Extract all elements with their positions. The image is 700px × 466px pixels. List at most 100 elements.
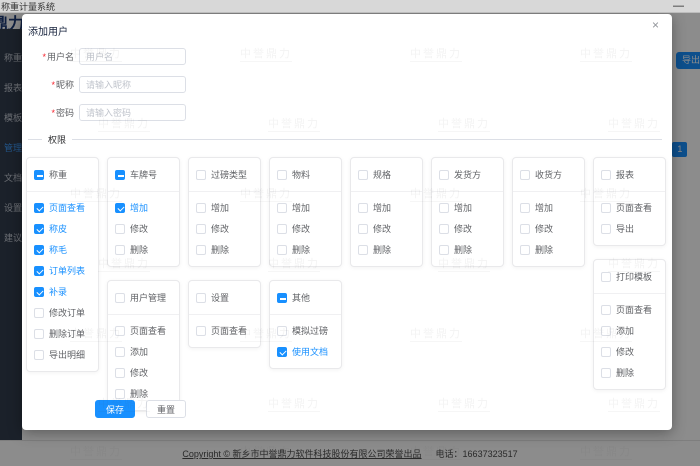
checkbox-修改[interactable] — [115, 368, 125, 378]
perm-item-label: 修改 — [292, 222, 310, 235]
field-input-0[interactable] — [79, 48, 186, 65]
save-button[interactable]: 保存 — [95, 400, 135, 418]
checkbox-车牌号[interactable] — [115, 170, 125, 180]
checkbox-删除[interactable] — [439, 245, 449, 255]
checkbox-称毛[interactable] — [34, 245, 44, 255]
checkbox-规格[interactable] — [358, 170, 368, 180]
checkbox-订单列表[interactable] — [34, 266, 44, 276]
checkbox-删除[interactable] — [520, 245, 530, 255]
checkbox-删除[interactable] — [601, 368, 611, 378]
checkbox-修改[interactable] — [520, 224, 530, 234]
checkbox-报表[interactable] — [601, 170, 611, 180]
perm-item: 增加 — [520, 201, 577, 214]
checkbox-修改[interactable] — [358, 224, 368, 234]
perm-item: 增加 — [196, 201, 253, 214]
checkbox-删除订单[interactable] — [34, 329, 44, 339]
perm-card-title: 打印模板 — [616, 270, 652, 283]
minimize-button[interactable]: — — [673, 2, 684, 11]
checkbox-发货方[interactable] — [439, 170, 449, 180]
perm-card-items: 页面查看导出 — [594, 192, 665, 245]
checkbox-增加[interactable] — [277, 203, 287, 213]
perm-card-title: 过磅类型 — [211, 168, 247, 181]
checkbox-修改订单[interactable] — [34, 308, 44, 318]
checkbox-修改[interactable] — [196, 224, 206, 234]
perm-item-label: 修改订单 — [49, 306, 85, 319]
perm-card-物料: 物料增加修改删除 — [269, 157, 342, 267]
perm-card-header: 发货方 — [432, 158, 503, 192]
checkbox-修改[interactable] — [601, 347, 611, 357]
field-input-2[interactable] — [79, 104, 186, 121]
perm-card-header: 车牌号 — [108, 158, 179, 192]
perm-card-过磅类型: 过磅类型增加修改删除 — [188, 157, 261, 267]
checkbox-其他[interactable] — [277, 293, 287, 303]
app-window: 称重计量系统 — 鼎力® YUDL 称重报表模板管理文档设置建议 导出 ‹ 1 … — [0, 0, 700, 466]
checkbox-导出明细[interactable] — [34, 350, 44, 360]
checkbox-删除[interactable] — [196, 245, 206, 255]
checkbox-删除[interactable] — [115, 389, 125, 399]
checkbox-使用文档[interactable] — [277, 347, 287, 357]
modal-title: 添加用户 — [22, 14, 672, 38]
checkbox-添加[interactable] — [601, 326, 611, 336]
checkbox-页面查看[interactable] — [601, 203, 611, 213]
checkbox-页面查看[interactable] — [34, 203, 44, 213]
checkbox-修改[interactable] — [439, 224, 449, 234]
perm-card-其他: 其他模拟过磅使用文档 — [269, 280, 342, 369]
perm-item: 称毛 — [34, 243, 91, 256]
required-star: * — [42, 52, 46, 62]
checkbox-页面查看[interactable] — [196, 326, 206, 336]
checkbox-删除[interactable] — [115, 245, 125, 255]
checkbox-物料[interactable] — [277, 170, 287, 180]
perm-item-label: 删除 — [292, 243, 310, 256]
close-icon[interactable]: × — [652, 19, 659, 31]
checkbox-称重[interactable] — [34, 170, 44, 180]
checkbox-页面查看[interactable] — [601, 305, 611, 315]
checkbox-打印模板[interactable] — [601, 272, 611, 282]
modal-actions: 保存 重置 — [95, 400, 186, 418]
checkbox-页面查看[interactable] — [115, 326, 125, 336]
perm-item: 添加 — [115, 345, 172, 358]
add-user-modal: 添加用户 × *用户名*昵称*密码 权限 称重页面查看称皮称毛订单列表补录修改订… — [22, 14, 672, 430]
reset-button[interactable]: 重置 — [146, 400, 186, 418]
checkbox-修改[interactable] — [115, 224, 125, 234]
perm-item: 增加 — [358, 201, 415, 214]
checkbox-增加[interactable] — [196, 203, 206, 213]
perm-item: 删除 — [439, 243, 496, 256]
checkbox-导出[interactable] — [601, 224, 611, 234]
perm-card-用户管理: 用户管理页面查看添加修改删除 — [107, 280, 180, 411]
perm-card-title: 设置 — [211, 291, 229, 304]
perm-card-title: 物料 — [292, 168, 310, 181]
checkbox-增加[interactable] — [439, 203, 449, 213]
perm-item: 订单列表 — [34, 264, 91, 277]
perm-item: 删除 — [115, 387, 172, 400]
perm-item: 增加 — [439, 201, 496, 214]
perm-item: 页面查看 — [601, 201, 658, 214]
perm-item-label: 删除 — [535, 243, 553, 256]
checkbox-过磅类型[interactable] — [196, 170, 206, 180]
checkbox-增加[interactable] — [358, 203, 368, 213]
perm-card-items: 页面查看称皮称毛订单列表补录修改订单删除订单导出明细 — [27, 192, 98, 371]
perm-item-label: 页面查看 — [130, 324, 166, 337]
perm-item: 模拟过磅 — [277, 324, 334, 337]
checkbox-收货方[interactable] — [520, 170, 530, 180]
perm-item-label: 修改 — [535, 222, 553, 235]
perm-item: 页面查看 — [115, 324, 172, 337]
perm-column-3: 物料增加修改删除其他模拟过磅使用文档 — [269, 157, 342, 369]
checkbox-删除[interactable] — [277, 245, 287, 255]
checkbox-模拟过磅[interactable] — [277, 326, 287, 336]
perm-column-2: 过磅类型增加修改删除设置页面查看 — [188, 157, 261, 348]
perm-card-items: 增加修改删除 — [351, 192, 422, 266]
checkbox-增加[interactable] — [115, 203, 125, 213]
perm-column-7: 报表页面查看导出打印模板页面查看添加修改删除 — [593, 157, 666, 390]
checkbox-称皮[interactable] — [34, 224, 44, 234]
checkbox-用户管理[interactable] — [115, 293, 125, 303]
checkbox-补录[interactable] — [34, 287, 44, 297]
checkbox-添加[interactable] — [115, 347, 125, 357]
checkbox-设置[interactable] — [196, 293, 206, 303]
perm-item-label: 导出明细 — [49, 348, 85, 361]
checkbox-删除[interactable] — [358, 245, 368, 255]
field-input-1[interactable] — [79, 76, 186, 93]
checkbox-增加[interactable] — [520, 203, 530, 213]
perm-card-header: 用户管理 — [108, 281, 179, 315]
perm-card-规格: 规格增加修改删除 — [350, 157, 423, 267]
checkbox-修改[interactable] — [277, 224, 287, 234]
